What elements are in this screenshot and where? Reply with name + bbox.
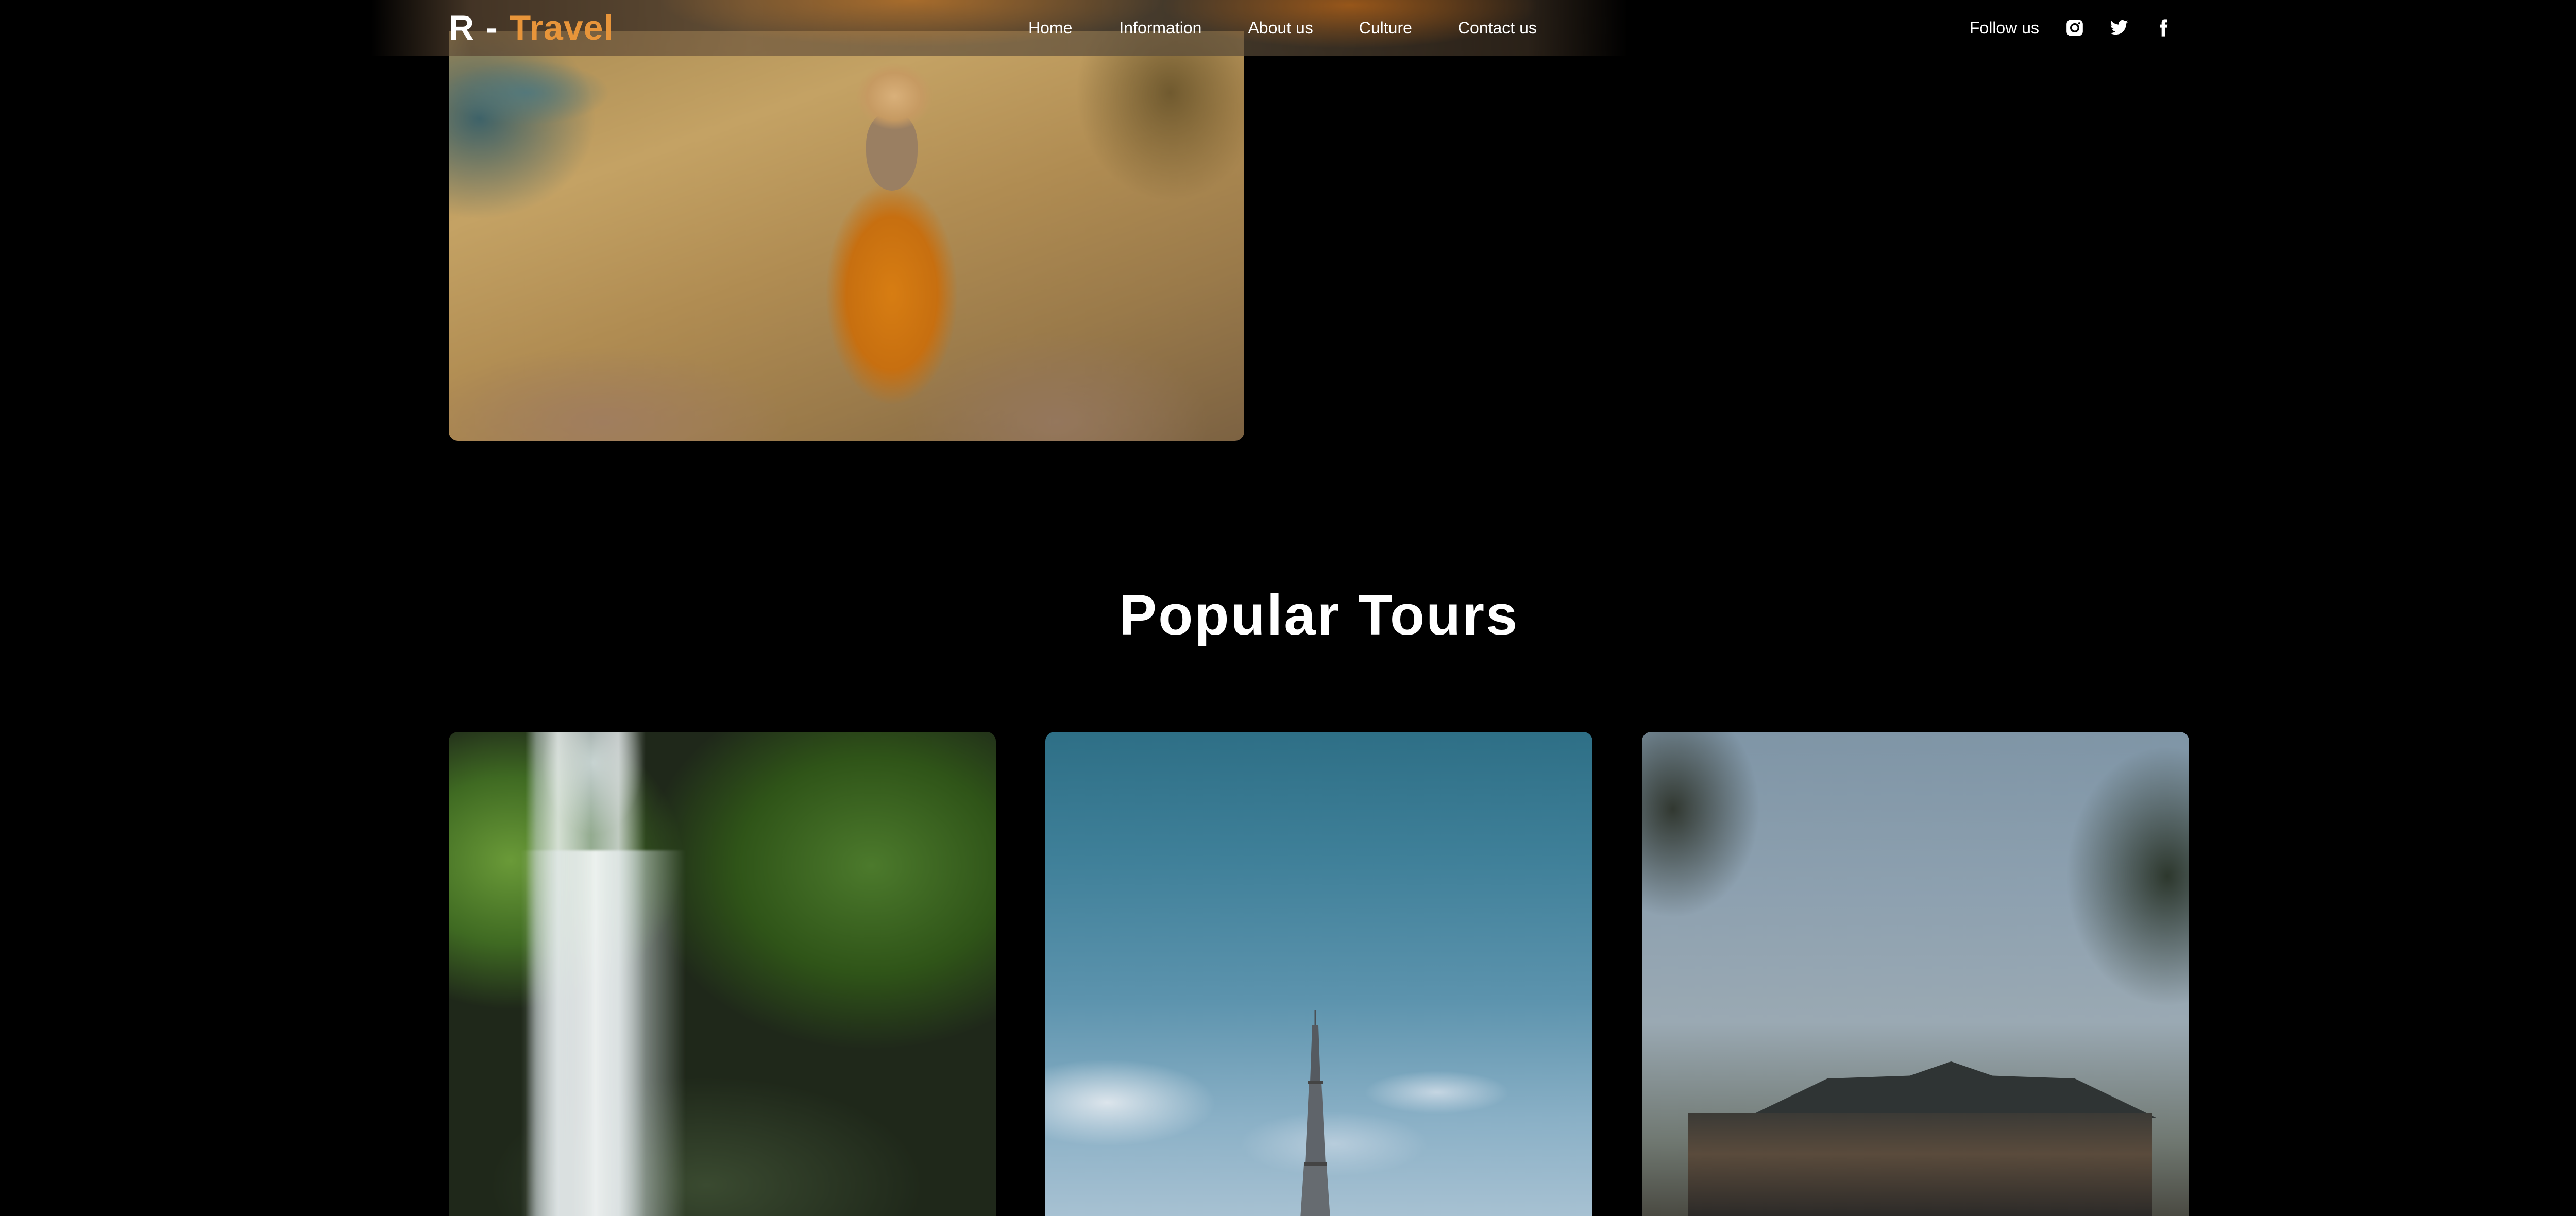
- twitter-icon[interactable]: [2109, 18, 2129, 38]
- hero-figure-dress: [809, 155, 974, 433]
- main-nav: Home Information About us Culture Contac…: [1028, 0, 1537, 56]
- nav-home-link[interactable]: Home: [1028, 19, 1072, 38]
- temple-roof-image-detail: [1745, 1061, 2157, 1118]
- social-links: [2065, 18, 2173, 38]
- hero-image: [449, 31, 1244, 441]
- nav-information-link[interactable]: Information: [1119, 19, 1201, 38]
- instagram-icon[interactable]: [2065, 18, 2084, 38]
- hero-figure-hat: [856, 63, 933, 130]
- nav-culture-link[interactable]: Culture: [1359, 19, 1412, 38]
- waterfall-image-detail: [521, 850, 686, 1216]
- site-logo[interactable]: R - Travel: [449, 5, 614, 50]
- temple-body-image-detail: [1688, 1113, 2152, 1216]
- logo-letter: R: [449, 8, 475, 47]
- facebook-icon[interactable]: [2154, 18, 2173, 38]
- follow-us: Follow us: [1970, 0, 2173, 56]
- nav-contact-us-link[interactable]: Contact us: [1458, 19, 1537, 38]
- logo-separator: -: [486, 8, 498, 47]
- logo-travel-text: Travel: [509, 8, 614, 47]
- nav-about-us-link[interactable]: About us: [1248, 19, 1313, 38]
- popular-tours-heading: Popular Tours: [1118, 584, 1519, 647]
- tour-card-eiffel-tower[interactable]: [1045, 732, 1592, 1216]
- eiffel-tower-image-detail: [1300, 1010, 1330, 1216]
- follow-us-label: Follow us: [1969, 18, 2039, 37]
- tour-card-japanese-temple[interactable]: [1642, 732, 2189, 1216]
- tour-card-waterfall[interactable]: [449, 732, 996, 1216]
- site-header: R - Travel Home Information About us Cul…: [0, 0, 2576, 56]
